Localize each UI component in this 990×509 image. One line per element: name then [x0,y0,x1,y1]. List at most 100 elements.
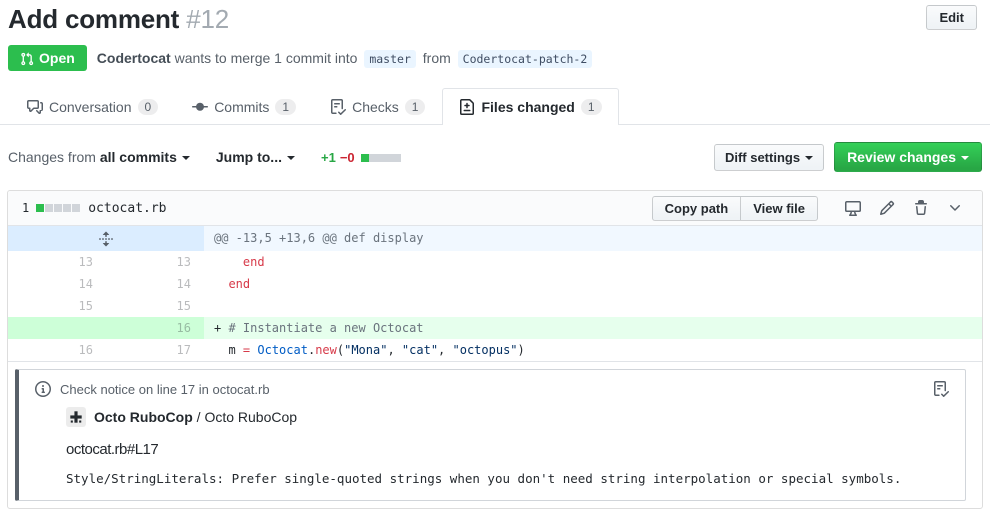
deletions-count: −0 [340,150,355,165]
app-name: Octo RuboCop [94,409,193,425]
review-changes-button[interactable]: Review changes [834,142,982,172]
tab-count-badge: 0 [138,99,159,115]
tab-count-badge: 1 [405,99,426,115]
rich-diff-button[interactable] [845,200,861,216]
view-file-button[interactable]: View file [740,196,818,221]
device-desktop-icon [845,201,861,216]
unfold-icon [98,233,114,247]
check-suite-name[interactable]: Octo RuboCop / Octo RuboCop [94,409,297,425]
info-icon [35,381,51,397]
pr-author[interactable]: Codertocat [97,50,171,66]
tab-label: Checks [352,99,399,115]
copy-path-button[interactable]: Copy path [652,196,742,221]
diffstat-block-added [36,204,44,212]
pr-title-text: Add comment [8,4,179,34]
annotation-header-text: Check notice on line 17 in octocat.rb [60,382,270,397]
collapse-file-button[interactable] [947,200,963,216]
tab-commits[interactable]: Commits 1 [175,88,313,125]
tab-conversation[interactable]: Conversation 0 [10,88,175,125]
merge-text: wants to merge 1 commit into [175,50,358,66]
merge-text-from: from [423,50,451,66]
diffstat-block-empty [377,154,385,162]
git-pull-request-icon [20,50,34,66]
annotation-location: octocat.rb#L17 [66,441,949,458]
pr-state-bar: Open Codertocat wants to merge 1 commit … [0,35,990,71]
delete-file-button[interactable] [913,200,929,216]
code-line: + # Instantiate a new Octocat [204,317,982,339]
diff-line-row: 1313 end [8,251,982,273]
diff-toolbar: Changes from all commits Jump to... +1 −… [0,125,990,172]
diff-line-row: 1414 end [8,273,982,295]
separator: / [197,409,201,425]
chevron-down-icon [287,156,295,160]
tab-label: Commits [214,99,269,115]
pr-header: Add comment #12 Edit [0,0,990,35]
comment-discussion-icon [27,99,43,115]
changes-from-label: Changes from [8,149,96,165]
edit-button[interactable]: Edit [926,5,977,30]
code-line: end [204,273,982,295]
tab-checks[interactable]: Checks 1 [313,88,442,125]
check-run-name: Octo RuboCop [204,409,297,425]
review-changes-label: Review changes [847,149,956,165]
tab-label: Files changed [481,99,574,115]
diffstat-block-empty [63,204,71,212]
code-line: end [204,251,982,273]
diffstat-block-empty [385,154,393,162]
line-number[interactable]: 15 [106,295,204,317]
chevron-down-icon [182,156,190,160]
head-branch-ref[interactable]: Codertocat-patch-2 [458,50,593,68]
tab-count-badge: 1 [581,99,602,115]
file-change-count: 1 [22,201,29,215]
file-path-button-group: Copy path View file [652,196,818,221]
diffstat-block-added [361,154,369,162]
file-actions: Copy path View file [652,196,972,221]
file-name[interactable]: octocat.rb [88,201,166,216]
diffstat-blocks [361,150,401,165]
line-number[interactable]: 16 [106,317,204,339]
check-annotation-card: Check notice on line 17 in octocat.rb Oc… [15,369,966,501]
diff-settings-button[interactable]: Diff settings [714,144,824,171]
line-number[interactable]: 15 [8,295,106,317]
chevron-down-icon [961,156,969,160]
line-number[interactable]: 13 [106,251,204,273]
tab-label: Conversation [49,99,132,115]
changes-from-dropdown[interactable]: Changes from all commits [8,149,190,165]
pencil-icon [879,201,895,216]
diffstat-block-empty [369,154,377,162]
additions-count: +1 [321,150,336,165]
diff-line-row: 1617 m = Octocat.new("Mona", "cat", "oct… [8,339,982,361]
line-number[interactable]: 14 [106,273,204,295]
pr-tabnav: Conversation 0 Commits 1 Checks 1 Files … [0,88,990,125]
line-number[interactable] [8,317,106,339]
diffstat-block-empty [45,204,53,212]
trash-icon [913,201,929,216]
open-status-label: Open [39,50,75,66]
diffstat-block-empty [393,154,401,162]
expand-hunk-button[interactable] [8,226,204,251]
chevron-down-icon [947,201,963,216]
annotation-header: Check notice on line 17 in octocat.rb [19,370,965,401]
annotation-message: Style/StringLiterals: Prefer single-quot… [66,471,949,486]
diffstat-summary: +1 −0 [321,150,401,165]
code-line [204,295,982,317]
checklist-icon [933,382,949,397]
annotation-checklist-button[interactable] [933,381,949,397]
check-app-row: Octo RuboCop / Octo RuboCop [66,407,949,427]
diff-line-row: 16+ # Instantiate a new Octocat [8,317,982,339]
base-branch-ref[interactable]: master [364,50,416,68]
file-header: 1 octocat.rb Copy path View file [8,191,982,226]
line-number[interactable]: 13 [8,251,106,273]
line-number[interactable]: 17 [106,339,204,361]
jump-to-label: Jump to... [216,149,282,165]
diff-settings-label: Diff settings [725,150,800,165]
annotation-body: Octo RuboCop / Octo RuboCop octocat.rb#L… [19,401,965,500]
merge-sentence: Codertocat wants to merge 1 commit into … [97,50,596,66]
diff-body: 1313 end1414 end1515 16+ # Instantiate a… [8,251,982,361]
file-diff-icon [459,99,475,115]
tab-files-changed[interactable]: Files changed 1 [442,88,618,125]
jump-to-dropdown[interactable]: Jump to... [216,149,295,165]
line-number[interactable]: 14 [8,273,106,295]
line-number[interactable]: 16 [8,339,106,361]
edit-file-button[interactable] [879,200,895,216]
